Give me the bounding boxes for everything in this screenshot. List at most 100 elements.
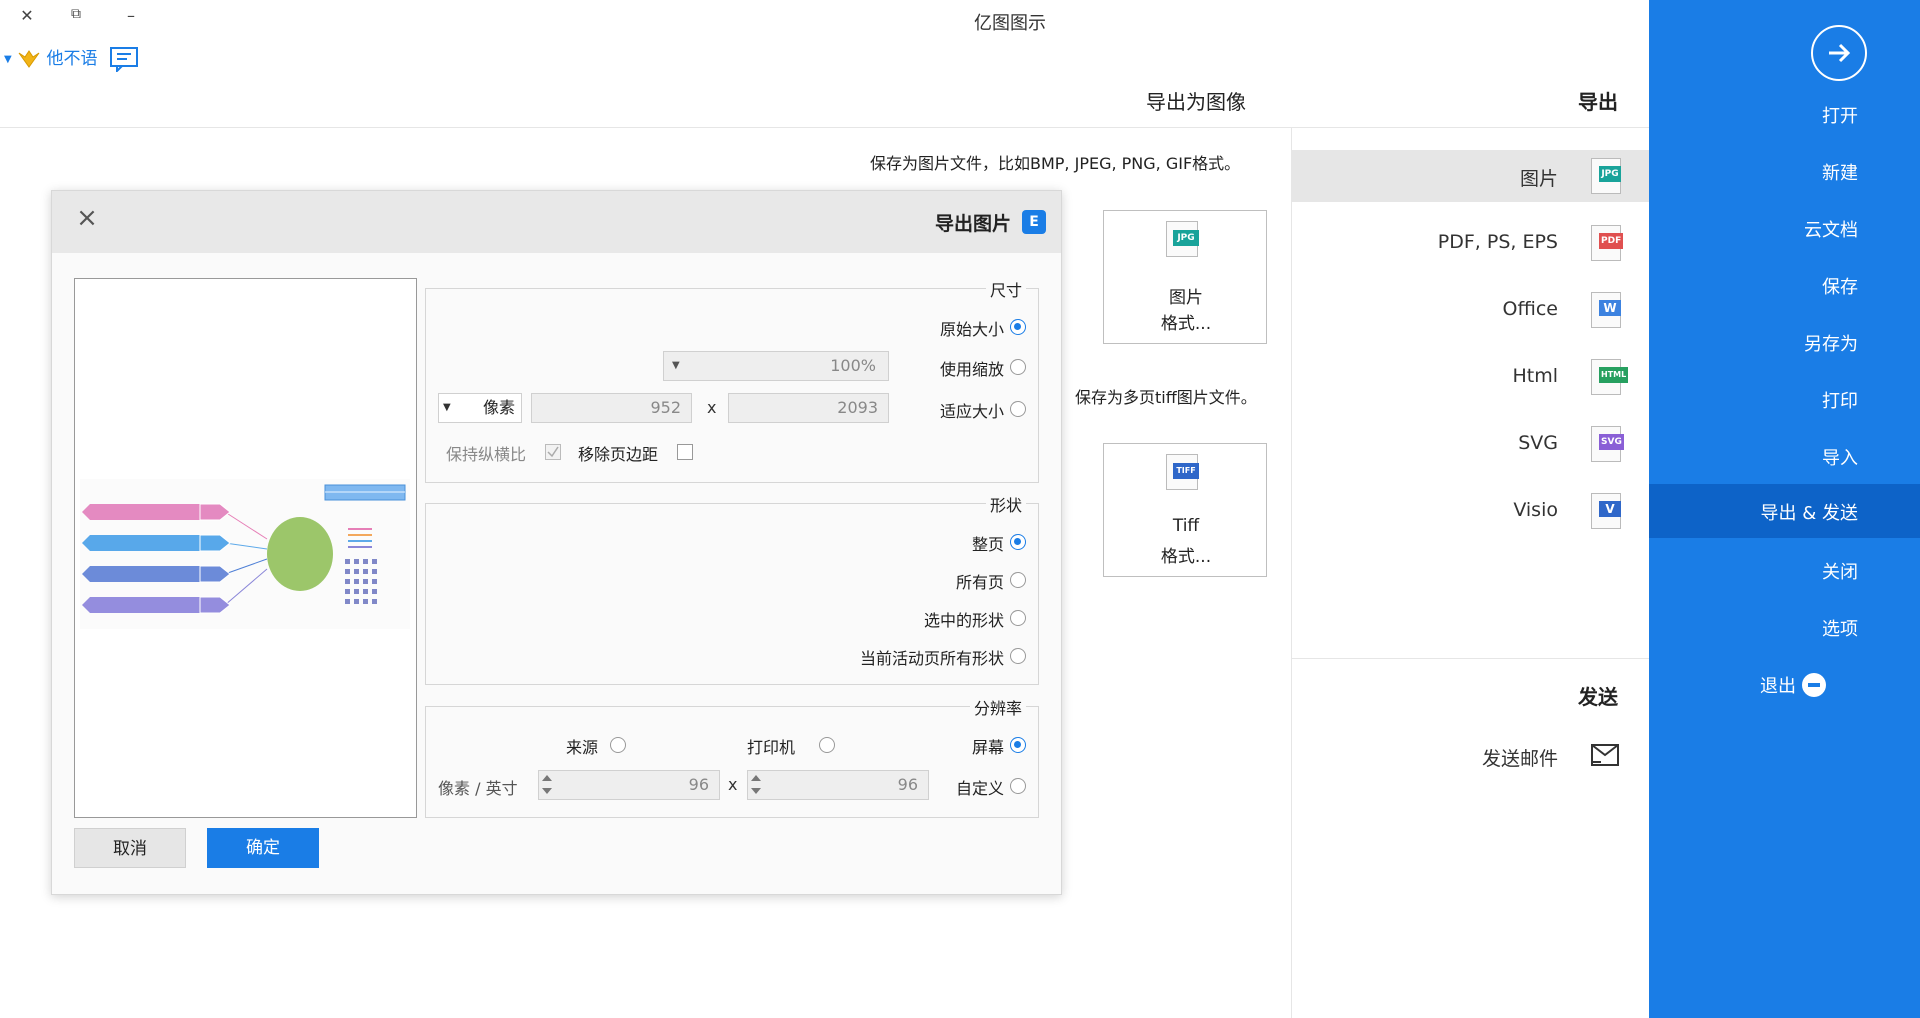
zoom-select[interactable]: ▼ 100% <box>663 351 889 381</box>
image-description: 保存为图片文件，比如BMP, JPEG, PNG, GIF格式。 <box>870 154 1241 173</box>
export-item-html[interactable]: Html HTML <box>1292 351 1649 403</box>
pdf-file-icon: PDF <box>1591 225 1624 261</box>
mail-send-icon <box>1589 742 1621 770</box>
width-input[interactable]: 2093 <box>728 393 889 423</box>
dpi-x-separator: x <box>728 775 738 794</box>
app-logo-icon: E <box>1022 210 1046 234</box>
sidebar-item-import[interactable]: 导入 <box>1649 431 1920 483</box>
sidebar-item-close[interactable]: 关闭 <box>1649 545 1920 597</box>
active-page-shapes-radio[interactable] <box>1010 648 1026 664</box>
sidebar-item-new[interactable]: 新建 <box>1649 146 1920 198</box>
unit-select[interactable]: ▼ 像素 <box>438 393 522 423</box>
dropdown-arrow-icon: ▼ <box>672 360 680 371</box>
fit-size-radio[interactable] <box>1010 401 1026 417</box>
user-menu[interactable]: ▼ 他不语 <box>4 44 139 74</box>
keep-ratio-checkbox[interactable] <box>545 444 561 460</box>
dialog-header: × 导出图片 E <box>52 191 1061 253</box>
sidebar-item-cloud[interactable]: 云文档 <box>1649 203 1920 255</box>
selected-shapes-label: 选中的形状 <box>923 611 1004 630</box>
ok-button[interactable]: 确定 <box>207 828 319 868</box>
close-icon[interactable]: × <box>72 203 102 233</box>
check-icon <box>547 446 559 458</box>
sidebar-item-open[interactable]: 打开 <box>1649 89 1920 141</box>
tiff-format-card[interactable]: TIFF Tiff 格式... <box>1103 443 1267 577</box>
resolution-group: 分辨率 屏幕 打印机 来源 自定义 96 x 96 像素 / 英寸 <box>425 695 1039 818</box>
minimize-window-button[interactable]: – <box>117 6 145 28</box>
diagram-preview-image <box>80 479 410 629</box>
resolution-legend: 分辨率 <box>969 695 1026 719</box>
header-divider <box>0 127 1649 128</box>
size-legend: 尺寸 <box>985 277 1026 301</box>
send-email-item[interactable]: 发送邮件 <box>1292 730 1649 782</box>
screen-radio[interactable] <box>1010 737 1026 753</box>
source-label: 来源 <box>566 738 599 757</box>
jpg-file-icon: JPG <box>1166 221 1199 257</box>
export-item-office[interactable]: Office W <box>1292 284 1649 336</box>
sidebar-item-print[interactable]: 打印 <box>1649 374 1920 426</box>
original-size-label: 原始大小 <box>939 320 1004 339</box>
send-title: 发送 <box>1578 685 1618 709</box>
shape-legend: 形状 <box>985 492 1026 516</box>
sidebar-item-exit[interactable]: 退出 <box>1649 659 1920 711</box>
height-input[interactable]: 952 <box>531 393 692 423</box>
dpi-x-input[interactable]: 96 <box>747 770 929 800</box>
close-window-button[interactable]: ✕ <box>13 6 41 28</box>
jpg-file-icon: JPG <box>1591 158 1621 194</box>
export-item-svg[interactable]: SVG SVG <box>1292 418 1649 470</box>
restore-window-button[interactable]: ⧉ <box>62 6 90 28</box>
user-name: 他不语 <box>46 49 98 69</box>
spinner-arrows-icon[interactable] <box>750 771 762 799</box>
dpi-y-input[interactable]: 96 <box>538 770 720 800</box>
custom-label: 自定义 <box>955 779 1004 798</box>
visio-file-icon: V <box>1591 493 1621 529</box>
sidebar-item-export-send[interactable]: 导出 & 发送 <box>1649 484 1920 538</box>
back-button[interactable] <box>1811 25 1867 81</box>
remove-margin-label: 移除页边距 <box>578 445 659 464</box>
export-image-dialog: × 导出图片 E 尺寸 原始大小 使用缩放 ▼ 100% 适应大小 2093 x… <box>51 190 1062 895</box>
export-panel-title: 导出 <box>1578 90 1618 114</box>
main-title: 导出为图像 <box>1146 90 1246 114</box>
size-x-separator: x <box>707 398 717 417</box>
remove-margin-checkbox[interactable] <box>677 444 693 460</box>
all-pages-label: 所有页 <box>955 573 1004 592</box>
sidebar-item-options[interactable]: 选项 <box>1649 602 1920 654</box>
keep-ratio-label: 保持纵横比 <box>446 445 527 464</box>
whole-page-radio[interactable] <box>1010 534 1026 550</box>
feedback-icon[interactable] <box>109 46 139 74</box>
image-format-card[interactable]: JPG 图片 格式... <box>1103 210 1267 344</box>
printer-radio[interactable] <box>819 737 835 753</box>
dpi-unit-label: 像素 / 英寸 <box>438 779 518 798</box>
whole-page-label: 整页 <box>971 535 1004 554</box>
vip-crown-icon <box>17 48 41 70</box>
export-item-visio[interactable]: Visio V <box>1292 485 1649 537</box>
custom-radio[interactable] <box>1010 778 1026 794</box>
selected-shapes-radio[interactable] <box>1010 610 1026 626</box>
all-pages-radio[interactable] <box>1010 572 1026 588</box>
svg-file-icon: SVG <box>1591 426 1624 462</box>
shape-group: 形状 整页 所有页 选中的形状 当前活动页所有形状 <box>425 492 1039 685</box>
chevron-down-icon: ▼ <box>4 53 12 65</box>
original-size-radio[interactable] <box>1010 319 1026 335</box>
tiff-description: 保存为多页tiff图片文件。 <box>1075 388 1257 407</box>
export-preview <box>74 278 417 818</box>
export-item-pdf[interactable]: PDF, PS, EPS PDF <box>1292 217 1649 269</box>
source-radio[interactable] <box>610 737 626 753</box>
use-zoom-radio[interactable] <box>1010 359 1026 375</box>
cancel-button[interactable]: 取消 <box>74 828 186 868</box>
sidebar-item-save-as[interactable]: 另存为 <box>1649 317 1920 369</box>
screen-label: 屏幕 <box>971 738 1004 757</box>
size-group: 尺寸 原始大小 使用缩放 ▼ 100% 适应大小 2093 x 952 ▼ 像素… <box>425 277 1039 483</box>
minus-circle-icon <box>1802 673 1826 697</box>
export-item-image[interactable]: 图片 JPG <box>1292 150 1649 202</box>
sidebar-item-save[interactable]: 保存 <box>1649 260 1920 312</box>
app-title: 亿图图示 <box>974 13 1046 34</box>
fit-size-label: 适应大小 <box>939 402 1004 421</box>
arrow-right-icon <box>1829 43 1851 63</box>
send-divider <box>1292 658 1649 659</box>
tiff-file-icon: TIFF <box>1166 454 1199 490</box>
active-page-shapes-label: 当前活动页所有形状 <box>859 649 1004 668</box>
spinner-arrows-icon[interactable] <box>541 771 553 799</box>
use-zoom-label: 使用缩放 <box>939 360 1004 379</box>
dialog-title: 导出图片 <box>934 213 1011 235</box>
html-file-icon: HTML <box>1591 359 1629 395</box>
